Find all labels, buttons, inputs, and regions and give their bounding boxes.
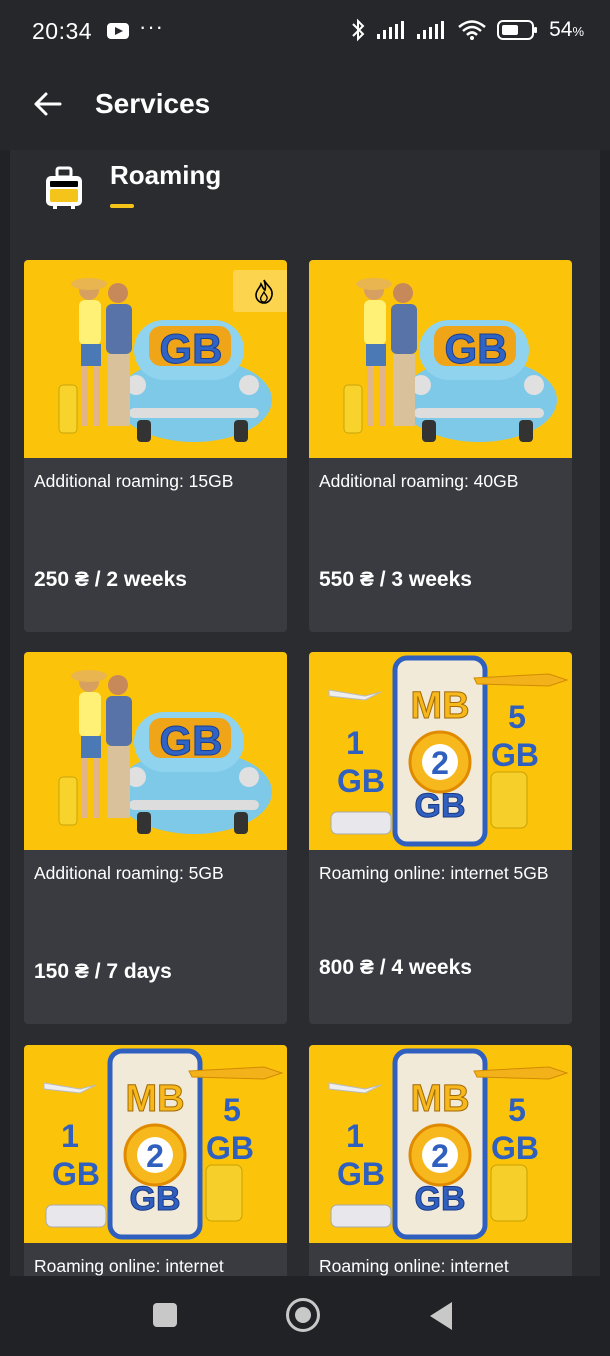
left-num-text: 1 [346,725,364,761]
card-title: Additional roaming: 5GB [34,863,224,883]
car-badge-text: GB [445,325,508,372]
nav-back-icon[interactable] [430,1302,452,1330]
phone-mid-text: 2 [146,1138,164,1174]
fire-icon [255,279,273,304]
battery-icon [497,20,538,40]
left-unit-text: GB [337,763,385,799]
status-bar: 20:34 ··· 54% [0,0,610,62]
roaming-card[interactable]: MB 2 GB 1 GB 5 GB Roaming online: intern… [309,1045,572,1276]
card-image-phone-gb: MB 2 GB 1 GB 5 GB [24,1045,287,1243]
page-title: Services [95,88,211,119]
phone-top-text: MB [125,1078,184,1120]
left-num-text: 1 [346,1118,364,1154]
roaming-card[interactable]: GB Additional roaming: 40GB 550 ₴ / 3 we… [309,260,572,632]
battery-percent-unit: % [572,24,584,39]
phone-top-text: MB [410,685,469,727]
battery-percent: 54% [549,18,584,42]
bluetooth-icon [352,18,365,42]
car-badge-text: GB [160,717,223,764]
card-image-phone-gb: MB 2 GB 1 GB 5 GB [309,1045,572,1243]
card-price: 550 ₴ / 3 weeks [319,568,472,591]
section-title: Roaming [110,160,222,190]
card-image-car-couple: GB [309,260,572,458]
phone-bottom-text: GB [415,787,466,825]
signal-icon [377,21,405,39]
signal-icon-2 [417,21,445,39]
wifi-icon [458,20,486,40]
services-content[interactable]: Roaming GB Additional roaming: 15GB 250 … [10,150,600,1276]
system-nav-bar [0,1276,610,1356]
right-unit-text: GB [491,737,539,773]
status-icons: 54% [349,18,584,42]
left-unit-text: GB [337,1156,385,1192]
phone-top-text: MB [410,1078,469,1120]
left-num-text: 1 [61,1118,79,1154]
hot-badge [233,270,287,312]
card-title: Roaming online: internet [319,1256,509,1276]
card-price: 150 ₴ / 7 days [34,960,172,983]
right-num-text: 5 [508,1092,526,1128]
phone-mid-text: 2 [431,1138,449,1174]
left-unit-text: GB [52,1156,100,1192]
right-num-text: 5 [508,699,526,735]
car-badge-text: GB [160,325,223,372]
card-image-phone-gb: MB 2 GB 1 GB 5 GB [309,652,572,850]
roaming-card[interactable]: GB Additional roaming: 5GB 150 ₴ / 7 day… [24,652,287,1024]
right-unit-text: GB [206,1130,254,1166]
status-time: 20:34 [32,18,93,44]
home-icon[interactable] [286,1298,320,1332]
app-bar: Services [0,62,610,150]
phone-mid-text: 2 [431,745,449,781]
card-price: 250 ₴ / 2 weeks [34,568,187,591]
card-title: Roaming online: internet 5GB [319,863,549,883]
arrow-left-icon[interactable] [30,86,66,122]
card-title: Roaming online: internet [34,1256,224,1276]
battery-percent-value: 54 [549,18,573,41]
phone-bottom-text: GB [415,1180,466,1218]
youtube-icon [107,23,129,39]
phone-bottom-text: GB [130,1180,181,1218]
card-image-car-couple: GB [24,652,287,850]
more-notifications-icon: ··· [139,14,164,39]
section-header-roaming: Roaming [10,150,600,230]
right-unit-text: GB [491,1130,539,1166]
card-price: 800 ₴ / 4 weeks [319,956,472,979]
right-num-text: 5 [223,1092,241,1128]
roaming-card[interactable]: MB 2 GB 1 GB 5 GB Roaming online: intern… [24,1045,287,1276]
suitcase-icon [46,166,82,209]
card-title: Additional roaming: 15GB [34,471,234,491]
recent-apps-icon[interactable] [153,1303,177,1327]
roaming-card[interactable]: GB Additional roaming: 15GB 250 ₴ / 2 we… [24,260,287,632]
section-title-underline [110,204,134,208]
roaming-card[interactable]: MB 2 GB 1 GB 5 GB Roaming online: intern… [309,652,572,1024]
card-title: Additional roaming: 40GB [319,471,519,491]
